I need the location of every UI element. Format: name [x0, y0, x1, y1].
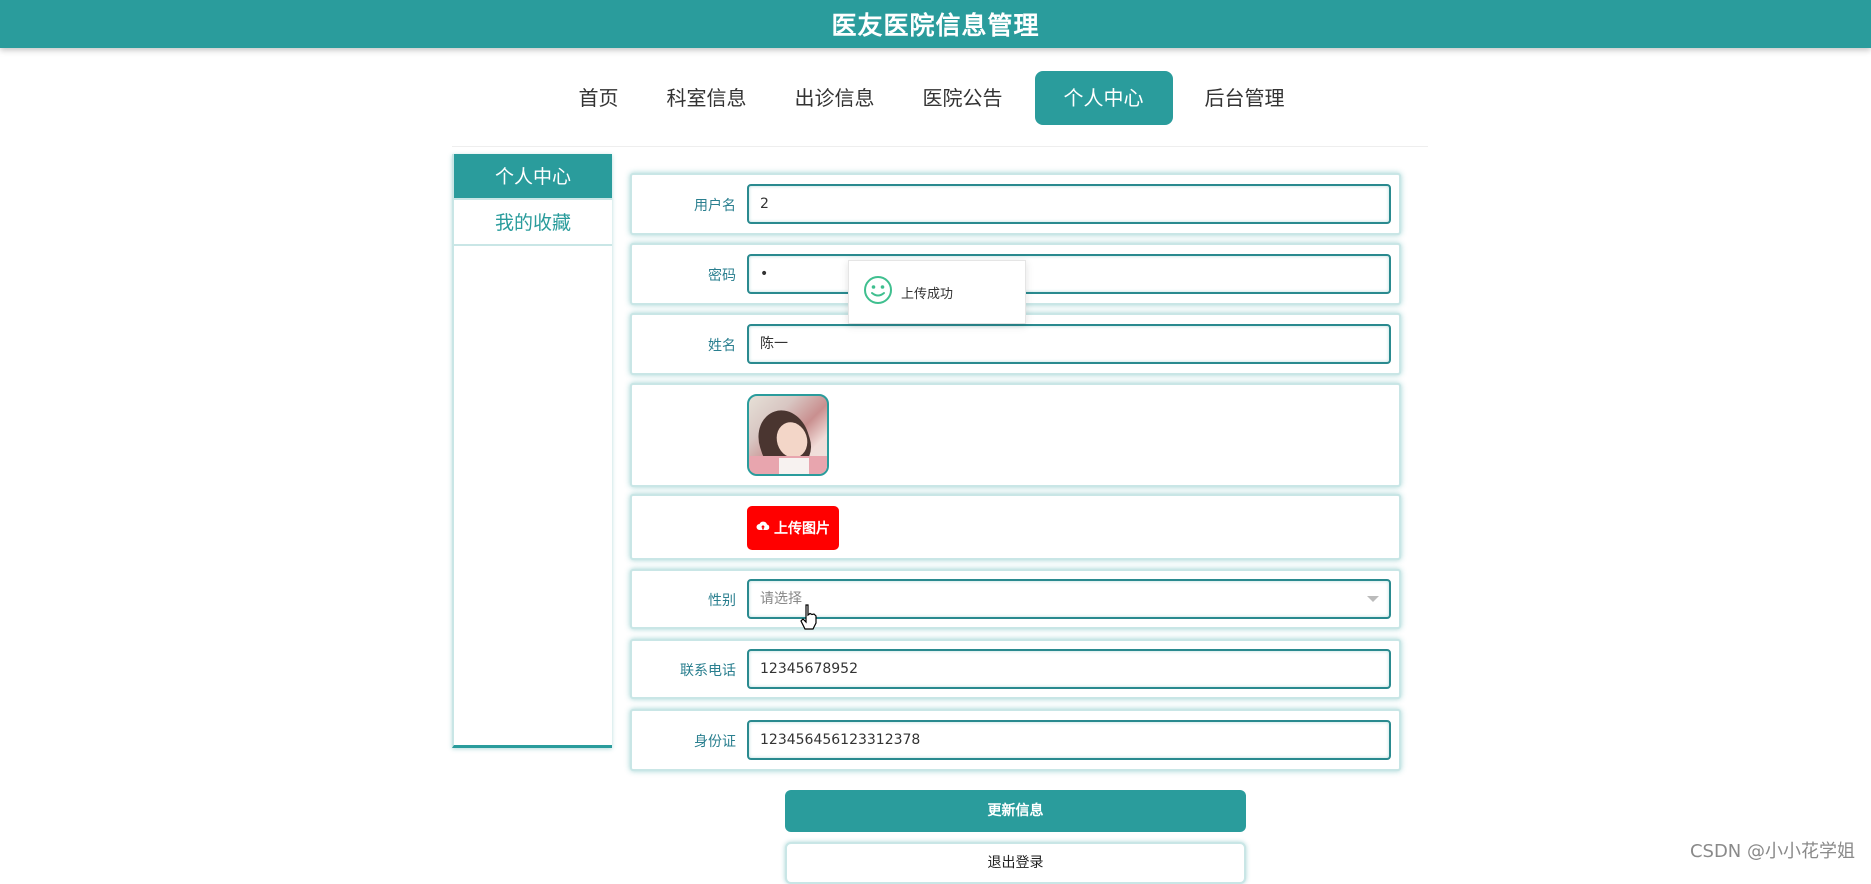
- nav-item-admin[interactable]: 后台管理: [1181, 71, 1309, 125]
- username-label: 用户名: [632, 195, 736, 215]
- sidebar-item-favorites[interactable]: 我的收藏: [454, 200, 612, 246]
- sidebar-item-personal-center[interactable]: 个人中心: [454, 154, 612, 200]
- password-label: 密码: [632, 265, 736, 285]
- top-header: 医友医院信息管理: [0, 0, 1871, 48]
- gender-select[interactable]: 请选择: [747, 579, 1391, 619]
- nav-item-departments[interactable]: 科室信息: [643, 71, 771, 125]
- sidebar: 个人中心 我的收藏: [452, 154, 612, 748]
- hand-cursor-icon: [800, 604, 818, 634]
- phone-label: 联系电话: [632, 660, 736, 680]
- smile-icon: [863, 275, 893, 309]
- update-info-button[interactable]: 更新信息: [785, 790, 1246, 832]
- app-title: 医友医院信息管理: [831, 6, 1039, 42]
- cloud-upload-icon: [756, 520, 770, 536]
- nav-item-schedule[interactable]: 出诊信息: [771, 71, 899, 125]
- toast-message: 上传成功: [901, 283, 953, 302]
- password-input[interactable]: •: [747, 254, 1391, 294]
- nav-item-personal-center[interactable]: 个人中心: [1035, 71, 1173, 125]
- nav-items: 首页 科室信息 出诊信息 医院公告 个人中心 后台管理: [555, 71, 1309, 125]
- username-input[interactable]: 2: [747, 184, 1391, 224]
- avatar-shirt-inner-shape: [779, 458, 809, 476]
- nav-item-announcements[interactable]: 医院公告: [899, 71, 1027, 125]
- upload-image-label: 上传图片: [774, 518, 830, 538]
- idcard-row: 身份证 123456456123312378: [630, 709, 1401, 771]
- name-label: 姓名: [632, 335, 736, 355]
- phone-input[interactable]: 12345678952: [747, 649, 1391, 689]
- avatar-row: [630, 383, 1401, 487]
- gender-row: 性别 请选择: [630, 569, 1401, 629]
- main-nav: 首页 科室信息 出诊信息 医院公告 个人中心 后台管理: [0, 71, 1871, 125]
- upload-row: 上传图片: [630, 494, 1401, 560]
- upload-success-toast: 上传成功: [848, 260, 1026, 324]
- idcard-label: 身份证: [632, 731, 736, 751]
- username-row: 用户名 2: [630, 173, 1401, 235]
- phone-row: 联系电话 12345678952: [630, 639, 1401, 699]
- watermark: CSDN @小小花学姐: [1690, 837, 1855, 863]
- name-input[interactable]: 陈一: [747, 324, 1391, 364]
- gender-placeholder: 请选择: [760, 591, 802, 607]
- gender-label: 性别: [632, 590, 736, 610]
- chevron-down-icon: [1367, 596, 1379, 602]
- upload-image-button[interactable]: 上传图片: [747, 506, 839, 550]
- nav-item-home[interactable]: 首页: [555, 71, 643, 125]
- idcard-input[interactable]: 123456456123312378: [747, 720, 1391, 760]
- avatar-image[interactable]: [747, 394, 829, 476]
- nav-divider: [452, 146, 1428, 147]
- logout-button[interactable]: 退出登录: [785, 842, 1246, 884]
